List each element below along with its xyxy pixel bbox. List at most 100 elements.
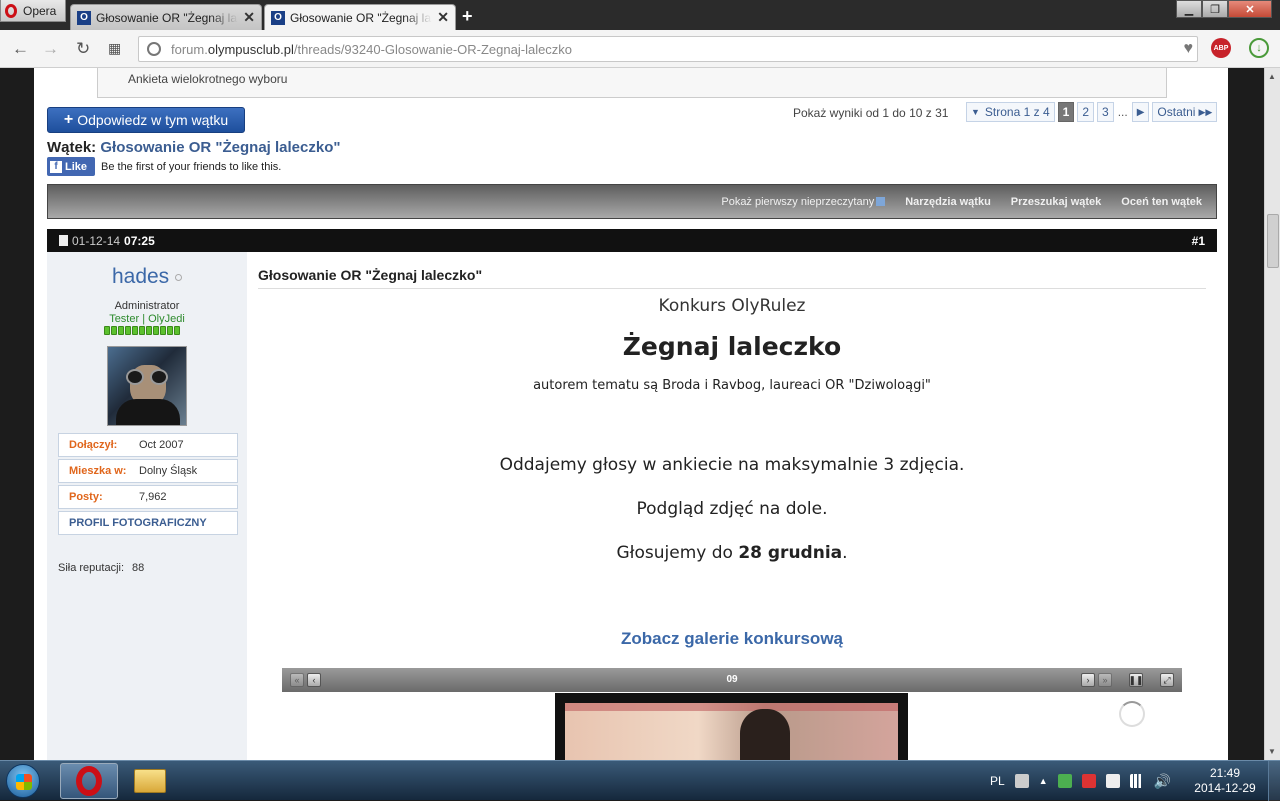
post-number-link[interactable]: #1 bbox=[1192, 234, 1205, 248]
photo-profile-link[interactable]: PROFIL FOTOGRAFICZNY bbox=[58, 511, 238, 535]
page-jump-dropdown[interactable]: ▼ Strona 1 z 4 bbox=[966, 102, 1055, 122]
search-thread-menu[interactable]: Przeszukaj wątek bbox=[1011, 196, 1102, 208]
page-link-1[interactable]: 1 bbox=[1057, 102, 1075, 122]
adblock-plus-icon[interactable]: ABP bbox=[1211, 38, 1231, 58]
scroll-down-icon[interactable]: ▼ bbox=[1268, 747, 1276, 756]
minimize-window-button[interactable]: ▁ bbox=[1176, 0, 1202, 18]
signal-bars-icon[interactable] bbox=[1129, 774, 1144, 788]
forum-page: Ankieta wielokrotnego wyboru + Odpowiedz… bbox=[34, 68, 1228, 760]
theme-authors: autorem tematu są Broda i Ravbog, laurea… bbox=[533, 378, 931, 393]
contest-theme: Żegnaj laleczko bbox=[622, 332, 842, 361]
double-arrow-right-icon: ▶▶ bbox=[1198, 106, 1213, 117]
download-icon[interactable]: ↓ bbox=[1249, 38, 1269, 58]
tab-close-icon[interactable]: ✕ bbox=[437, 9, 449, 26]
page-link-3[interactable]: 3 bbox=[1097, 102, 1114, 122]
taskbar-opera[interactable] bbox=[60, 763, 118, 799]
taskbar-clock[interactable]: 21:49 2014-12-29 bbox=[1190, 766, 1260, 796]
show-desktop-button[interactable] bbox=[1268, 761, 1280, 801]
vote-info: Oddajemy głosy w ankiecie na maksymalnie… bbox=[499, 455, 965, 475]
tray-app-icon[interactable] bbox=[1057, 774, 1072, 788]
poll-box: Ankieta wielokrotnego wyboru bbox=[97, 68, 1167, 98]
last-page-label: Ostatni bbox=[1157, 105, 1196, 119]
thread-heading: Wątek: Głosowanie OR "Żegnaj laleczko" bbox=[47, 139, 340, 156]
author-username-link[interactable]: hades bbox=[112, 265, 169, 288]
post-time: 07:25 bbox=[124, 233, 155, 248]
joined-value: Oct 2007 bbox=[139, 439, 184, 451]
plus-icon: + bbox=[63, 111, 74, 128]
deadline-suffix: . bbox=[842, 543, 848, 563]
volume-icon[interactable]: 🔊 bbox=[1154, 773, 1171, 790]
avatar-lens-right bbox=[150, 369, 168, 385]
reputation-pip-icon bbox=[118, 326, 124, 335]
last-slide-icon[interactable]: » bbox=[1098, 673, 1112, 687]
back-arrow-icon[interactable]: ← bbox=[12, 39, 29, 59]
pager-ellipsis: ... bbox=[1117, 105, 1128, 119]
contest-name: Konkurs OlyRulez bbox=[658, 296, 806, 316]
facebook-like-button[interactable]: f Like bbox=[47, 157, 95, 176]
pause-icon[interactable]: ❚❚ bbox=[1128, 673, 1144, 687]
scroll-up-icon[interactable]: ▲ bbox=[1268, 72, 1276, 81]
maximize-window-button[interactable]: ❐ bbox=[1202, 0, 1228, 18]
avatar-body bbox=[116, 399, 180, 425]
clock-date: 2014-12-29 bbox=[1194, 781, 1256, 795]
first-unread-link[interactable]: Pokaż pierwszy nieprzeczytany bbox=[721, 196, 886, 208]
taskbar-explorer[interactable] bbox=[121, 763, 179, 799]
gallery-link[interactable]: Zobacz galerie konkursową bbox=[621, 629, 843, 648]
location-label: Mieszka w: bbox=[69, 465, 127, 477]
network-warning-icon[interactable] bbox=[1081, 774, 1096, 788]
reputation-pip-icon bbox=[139, 326, 145, 335]
slideshow-image-frame[interactable] bbox=[555, 693, 908, 760]
reload-icon[interactable]: ↻ bbox=[76, 39, 90, 59]
pagination: ▼ Strona 1 z 4 1 2 3 ... ▶ Ostatni ▶▶ bbox=[966, 102, 1218, 122]
keyboard-icon[interactable] bbox=[1014, 774, 1029, 788]
bookmark-heart-icon[interactable]: ♥ bbox=[1184, 40, 1194, 58]
rate-thread-menu[interactable]: Oceń ten wątek bbox=[1121, 196, 1202, 208]
folder-icon bbox=[134, 769, 166, 793]
opera-logo-icon bbox=[5, 3, 17, 18]
site-info-icon[interactable] bbox=[147, 42, 161, 56]
reply-thread-button[interactable]: + Odpowiedz w tym wątku bbox=[47, 107, 245, 133]
page-link-2[interactable]: 2 bbox=[1077, 102, 1095, 122]
next-slide-icon[interactable]: › bbox=[1081, 673, 1095, 687]
close-window-button[interactable]: ✕ bbox=[1228, 0, 1272, 18]
author-posts-row: Posty: 7,962 bbox=[58, 485, 238, 509]
last-page-button[interactable]: Ostatni ▶▶ bbox=[1152, 102, 1218, 122]
speed-dial-grid-icon[interactable]: ▦ bbox=[108, 40, 121, 57]
reply-button-label: Odpowiedz w tym wątku bbox=[77, 112, 229, 128]
windows-taskbar: PL ▲ 🔊 21:49 2014-12-29 bbox=[0, 760, 1280, 801]
reputation-pip-icon bbox=[111, 326, 117, 335]
author-groups: Tester | OlyJedi bbox=[109, 313, 185, 325]
first-slide-icon[interactable]: « bbox=[290, 673, 304, 687]
arrow-right-icon: ▶ bbox=[1136, 106, 1145, 118]
forward-arrow-icon[interactable]: → bbox=[42, 39, 59, 59]
opera-menu-button[interactable]: Opera bbox=[0, 0, 66, 22]
action-center-flag-icon[interactable] bbox=[1105, 774, 1120, 788]
show-hidden-icons-icon[interactable]: ▲ bbox=[1039, 776, 1048, 786]
scrollbar-thumb[interactable] bbox=[1267, 214, 1279, 268]
reputation-pip-icon bbox=[132, 326, 138, 335]
system-tray: PL ▲ 🔊 bbox=[990, 761, 1171, 801]
tab-close-icon[interactable]: ✕ bbox=[243, 9, 255, 26]
slideshow-controls: 09 « ‹ › » ❚❚ ⤢ bbox=[282, 668, 1182, 692]
author-avatar[interactable] bbox=[107, 346, 187, 426]
page-scrollbar[interactable]: ▲ ▼ bbox=[1264, 68, 1280, 760]
address-bar[interactable]: forum. olympusclub.pl /threads/93240-Glo… bbox=[138, 36, 1198, 62]
browser-tab-2[interactable]: O Głosowanie OR "Żegnaj laleczko" ✕ bbox=[264, 4, 456, 30]
new-tab-button[interactable]: + bbox=[462, 6, 473, 27]
language-indicator[interactable]: PL bbox=[990, 774, 1005, 788]
prev-slide-icon[interactable]: ‹ bbox=[307, 673, 321, 687]
next-page-button[interactable]: ▶ bbox=[1131, 102, 1150, 122]
reputation-value: 88 bbox=[132, 562, 145, 574]
thread-title-link[interactable]: Głosowanie OR "Żegnaj laleczko" bbox=[100, 139, 340, 156]
browser-tab-1[interactable]: O Głosowanie OR "Żegnaj laleczko" ✕ bbox=[70, 4, 262, 30]
reputation-pip-icon bbox=[153, 326, 159, 335]
reputation-pip-icon bbox=[104, 326, 110, 335]
facebook-like-text: Be the first of your friends to like thi… bbox=[101, 160, 282, 173]
fullscreen-icon[interactable]: ⤢ bbox=[1160, 673, 1174, 687]
reputation-pip-icon bbox=[174, 326, 180, 335]
thread-tools-menu[interactable]: Narzędzia wątku bbox=[905, 196, 991, 208]
slide-number: 09 bbox=[726, 674, 738, 685]
poll-type-label: Ankieta wielokrotnego wyboru bbox=[128, 72, 288, 86]
start-button[interactable] bbox=[6, 764, 40, 798]
avatar-lens-left bbox=[126, 369, 144, 385]
